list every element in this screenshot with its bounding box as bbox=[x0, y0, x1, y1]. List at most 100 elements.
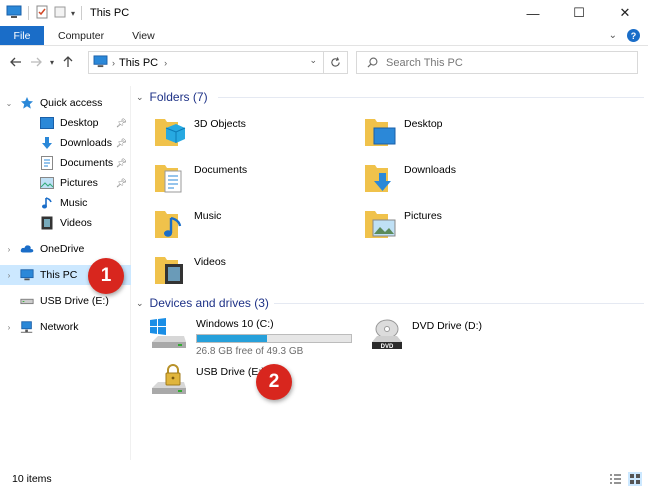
refresh-icon bbox=[331, 57, 340, 67]
this-pc-icon bbox=[20, 268, 34, 282]
back-button[interactable] bbox=[6, 51, 26, 73]
chevron-down-icon[interactable]: ⌄ bbox=[4, 99, 14, 108]
folder-desktop[interactable]: Desktop bbox=[364, 114, 564, 158]
minimize-button[interactable]: — bbox=[510, 0, 556, 26]
tab-view[interactable]: View bbox=[118, 26, 169, 45]
folder-videos[interactable]: Videos bbox=[154, 252, 354, 296]
drive-info: DVD Drive (D:) bbox=[412, 320, 482, 332]
forward-button[interactable] bbox=[26, 51, 46, 73]
customize-toolbar-icon[interactable]: ▾ bbox=[71, 9, 75, 18]
search-box[interactable] bbox=[356, 51, 638, 74]
nav-downloads[interactable]: Downloads 📌︎ bbox=[0, 133, 131, 153]
chevron-right-icon[interactable]: › bbox=[112, 58, 115, 68]
pin-icon[interactable]: 📌︎ bbox=[116, 118, 127, 129]
nav-network[interactable]: › Network bbox=[0, 317, 131, 337]
network-icon bbox=[20, 320, 34, 334]
chevron-right-icon[interactable]: › bbox=[4, 271, 14, 280]
documents-folder-icon bbox=[155, 165, 182, 193]
nav-label: Music bbox=[60, 197, 88, 209]
3d-objects-folder-icon bbox=[155, 119, 186, 146]
nav-usb-drive[interactable]: USB Drive (E:) bbox=[0, 291, 131, 311]
drives-group-header[interactable]: ⌄ Devices and drives (3) bbox=[136, 294, 269, 312]
quick-access-toolbar: ▾ bbox=[0, 0, 84, 26]
chevron-down-icon[interactable]: ⌄ bbox=[136, 92, 144, 103]
search-input[interactable] bbox=[386, 56, 626, 69]
nav-videos[interactable]: Videos bbox=[0, 213, 131, 233]
group-title: Devices and drives (3) bbox=[149, 296, 269, 310]
star-icon bbox=[20, 96, 34, 110]
nav-label: Pictures bbox=[60, 177, 98, 189]
folder-downloads[interactable]: Downloads bbox=[364, 160, 564, 204]
dvd-drive-icon: DVD bbox=[372, 319, 402, 350]
nav-music[interactable]: Music bbox=[0, 193, 131, 213]
pin-icon[interactable]: 📌︎ bbox=[116, 158, 127, 169]
breadcrumb-this-pc[interactable]: This PC bbox=[119, 57, 158, 69]
group-divider bbox=[218, 97, 644, 98]
folders-group-header[interactable]: ⌄ Folders (7) bbox=[136, 88, 208, 106]
up-arrow-icon bbox=[63, 56, 73, 67]
refresh-button[interactable] bbox=[323, 52, 347, 73]
chevron-right-icon[interactable]: › bbox=[4, 245, 14, 254]
nav-onedrive[interactable]: › OneDrive bbox=[0, 239, 131, 259]
forward-arrow-icon bbox=[31, 57, 42, 67]
pin-icon[interactable]: 📌︎ bbox=[116, 178, 127, 189]
desktop-icon bbox=[40, 116, 54, 130]
chevron-right-icon[interactable]: › bbox=[4, 323, 14, 332]
drive-windows-c[interactable]: Windows 10 (C:) 26.8 GB free of 49.3 GB bbox=[148, 316, 352, 364]
drive-dvd-d[interactable]: DVD DVD Drive (D:) bbox=[370, 318, 482, 366]
nav-label: Desktop bbox=[60, 117, 99, 129]
nav-quick-access[interactable]: ⌄ Quick access bbox=[0, 93, 131, 113]
music-folder-icon bbox=[155, 211, 182, 238]
search-icon bbox=[367, 57, 378, 68]
nav-label: Videos bbox=[60, 217, 92, 229]
title-bar: ▾ This PC — ☐ ✕ bbox=[0, 0, 648, 26]
close-button[interactable]: ✕ bbox=[602, 0, 648, 26]
chevron-right-icon[interactable]: › bbox=[164, 58, 167, 68]
tab-file[interactable]: File bbox=[0, 26, 44, 45]
back-arrow-icon bbox=[10, 57, 21, 67]
nav-desktop[interactable]: Desktop 📌︎ bbox=[0, 113, 131, 133]
dvd-badge: DVD bbox=[381, 344, 394, 350]
properties-icon[interactable] bbox=[35, 5, 49, 22]
folder-music[interactable]: Music bbox=[154, 206, 354, 250]
this-pc-icon bbox=[93, 54, 108, 71]
nav-documents[interactable]: Documents 📌︎ bbox=[0, 153, 131, 173]
drive-name: Windows 10 (C:) bbox=[196, 318, 274, 330]
new-folder-icon[interactable] bbox=[53, 5, 67, 22]
maximize-button[interactable]: ☐ bbox=[556, 0, 602, 26]
tab-computer[interactable]: Computer bbox=[44, 26, 118, 45]
download-arrow-icon bbox=[40, 136, 54, 150]
chevron-down-icon[interactable]: ⌄ bbox=[136, 298, 144, 309]
details-view-icon[interactable] bbox=[608, 472, 622, 486]
folder-label: 3D Objects bbox=[194, 118, 246, 130]
folder-label: Desktop bbox=[404, 118, 443, 130]
up-button[interactable] bbox=[58, 51, 78, 73]
documents-icon bbox=[40, 156, 54, 170]
drive-info: Windows 10 (C:) 26.8 GB free of 49.3 GB bbox=[196, 318, 352, 357]
large-icons-view-icon[interactable] bbox=[628, 472, 642, 486]
usb-drive-icon bbox=[20, 294, 34, 308]
folder-documents[interactable]: Documents bbox=[154, 160, 354, 204]
this-pc-icon bbox=[6, 5, 22, 22]
recent-locations-button[interactable]: ▾ bbox=[46, 51, 58, 73]
address-dropdown-icon[interactable]: ⌄ bbox=[309, 55, 317, 66]
address-bar[interactable]: › This PC › ⌄ bbox=[88, 51, 348, 74]
expand-ribbon-icon[interactable]: ⌄ bbox=[609, 30, 617, 41]
drive-free-space: 26.8 GB free of 49.3 GB bbox=[196, 346, 304, 357]
nav-label: Network bbox=[40, 321, 79, 333]
folder-3d-objects[interactable]: 3D Objects bbox=[154, 114, 354, 158]
group-divider bbox=[274, 303, 644, 304]
nav-label: Quick access bbox=[40, 97, 103, 109]
nav-label: OneDrive bbox=[40, 243, 85, 255]
folder-label: Videos bbox=[194, 256, 226, 268]
ribbon-right: ⌄ ? bbox=[609, 26, 648, 45]
content-pane: ⌄ Folders (7) 3D Objects Desktop Documen… bbox=[132, 86, 648, 460]
folder-label: Documents bbox=[194, 164, 248, 176]
help-icon[interactable]: ? bbox=[627, 29, 640, 42]
pin-icon[interactable]: 📌︎ bbox=[116, 138, 127, 149]
nav-label: Downloads bbox=[60, 137, 112, 149]
folder-pictures[interactable]: Pictures bbox=[364, 206, 564, 250]
folder-label: Downloads bbox=[404, 164, 456, 176]
nav-pictures[interactable]: Pictures 📌︎ bbox=[0, 173, 131, 193]
drive-usb-e[interactable]: USB Drive (E:) bbox=[148, 364, 265, 412]
